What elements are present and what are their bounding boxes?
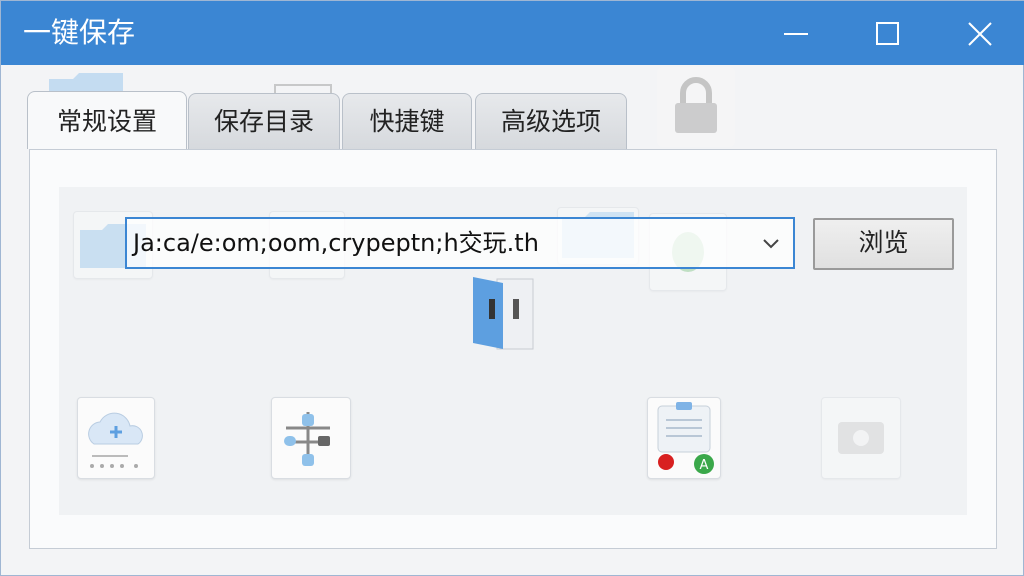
minimize-icon xyxy=(784,33,808,35)
minimize-button[interactable] xyxy=(771,11,819,55)
cloud-upload-tile[interactable] xyxy=(77,397,155,479)
save-path-value[interactable]: Ja:ca/e:om;oom,crypeptn;h交玩.th xyxy=(133,228,539,258)
network-diagram-icon xyxy=(284,412,330,466)
close-icon xyxy=(968,22,992,46)
title-bar[interactable]: 一键保存 xyxy=(1,1,1024,65)
door-file-icon xyxy=(473,277,534,350)
lock-icon xyxy=(675,77,717,133)
save-path-combobox[interactable]: Ja:ca/e:om;oom,crypeptn;h交玩.th xyxy=(125,217,795,269)
tab-advanced[interactable]: 高级选项 xyxy=(475,93,627,149)
chevron-down-icon[interactable] xyxy=(757,231,785,255)
gear-tile[interactable] xyxy=(821,397,901,479)
close-button[interactable] xyxy=(955,11,1003,55)
record-app-tile[interactable]: A xyxy=(647,397,721,479)
gear-icon xyxy=(838,422,884,454)
tab-save-directory[interactable]: 保存目录 xyxy=(188,93,340,149)
svg-text:A: A xyxy=(700,458,709,473)
record-app-icon: A xyxy=(657,402,714,474)
network-tile[interactable] xyxy=(271,397,351,479)
app-window: 一键保存 常规设置 保存目录 快捷键 高级选项 Ja:ca/e:om;oom,c… xyxy=(0,0,1024,576)
cloud-upload-icon xyxy=(88,412,143,468)
tab-general[interactable]: 常规设置 xyxy=(27,91,187,149)
maximize-button[interactable] xyxy=(863,11,911,55)
window-title: 一键保存 xyxy=(23,16,136,49)
maximize-icon xyxy=(876,22,899,45)
browse-button[interactable]: 浏览 xyxy=(813,218,954,270)
lock-tile xyxy=(657,67,735,147)
tab-shortcuts[interactable]: 快捷键 xyxy=(342,93,472,149)
